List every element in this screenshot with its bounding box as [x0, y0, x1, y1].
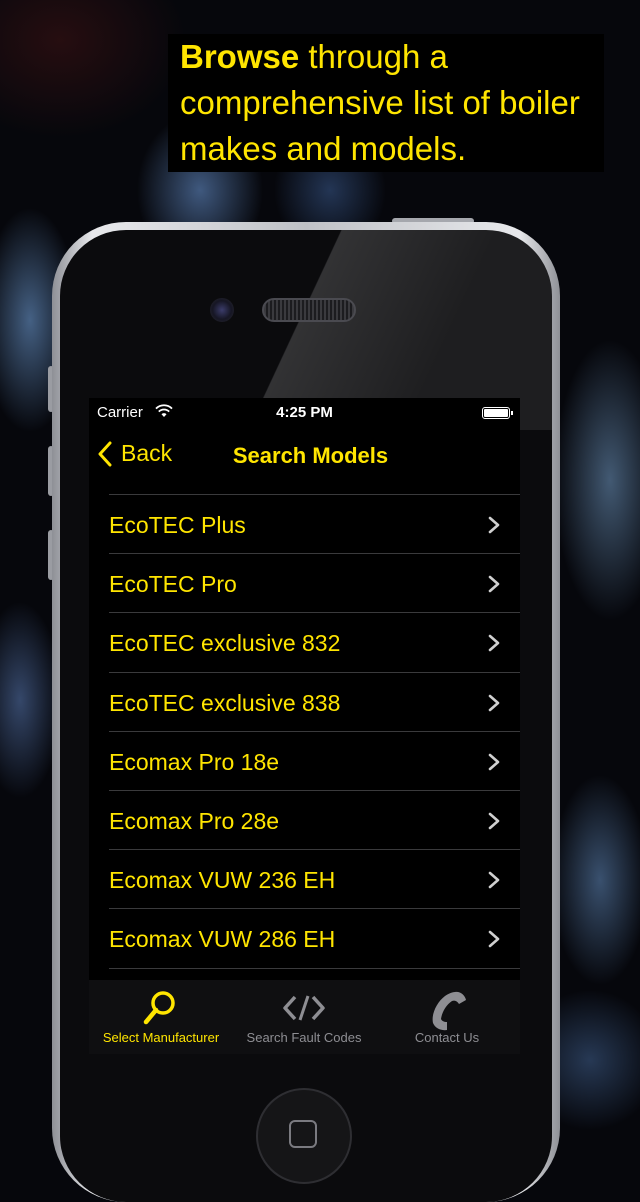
tab-label: Select Manufacturer — [102, 1030, 220, 1045]
promo-caption: Browse through a comprehensive list of b… — [168, 34, 604, 172]
status-bar: Carrier 4:25 PM — [89, 398, 520, 428]
tab-select-manufacturer[interactable]: Select Manufacturer — [89, 980, 233, 1054]
model-label: Ecomax VUW 286 EH — [109, 926, 336, 953]
tab-bar: Select Manufacturer Search Fault Codes C… — [89, 980, 520, 1054]
model-label: EcoTEC exclusive 838 — [109, 689, 341, 716]
chevron-right-icon — [488, 812, 500, 830]
tab-contact-us[interactable]: Contact Us — [375, 980, 519, 1054]
caption-bold-word: Browse — [180, 38, 300, 75]
page-title: Search Models — [232, 443, 389, 468]
model-label: Ecomax VUW 236 EH — [109, 867, 336, 894]
chevron-right-icon — [488, 871, 500, 889]
model-list: EcoTEC Plus EcoTEC Pro EcoTEC exclusive … — [89, 494, 520, 1027]
caption-line-3: makes and models. — [180, 130, 467, 167]
chevron-right-icon — [488, 694, 500, 711]
chevron-right-icon — [488, 635, 500, 652]
model-label: Ecomax Pro 28e — [109, 807, 280, 834]
model-label: Ecomax Pro 18e — [109, 748, 280, 775]
model-label: EcoTEC Pro — [109, 571, 237, 598]
chevron-right-icon — [488, 516, 500, 534]
battery-level — [484, 409, 508, 417]
phone-icon — [432, 991, 466, 1031]
home-button-icon — [289, 1120, 317, 1148]
list-item[interactable]: EcoTEC Plus — [109, 494, 520, 553]
caption-line-2: comprehensive list of boiler — [180, 84, 580, 121]
model-label: EcoTEC exclusive 832 — [109, 630, 341, 657]
search-icon — [143, 991, 175, 1025]
clock: 4:25 PM — [276, 404, 333, 421]
tab-label: Contact Us — [414, 1030, 480, 1045]
chevron-right-icon — [488, 575, 500, 593]
list-item[interactable]: Ecomax Pro 28e — [109, 789, 520, 849]
chevron-right-icon — [488, 753, 500, 771]
model-label: EcoTEC Plus — [109, 512, 246, 538]
front-camera — [210, 298, 234, 322]
list-item[interactable]: Ecomax VUW 286 EH — [109, 908, 520, 967]
tab-search-fault-codes[interactable]: Search Fault Codes — [232, 980, 376, 1054]
earpiece-speaker — [262, 298, 356, 322]
tab-label: Search Fault Codes — [246, 1030, 362, 1045]
caption-line-1: through a — [299, 38, 448, 75]
navigation-bar: Back Search Models — [89, 428, 520, 492]
list-item[interactable]: EcoTEC exclusive 832 — [109, 612, 520, 671]
list-item[interactable]: EcoTEC Pro — [109, 553, 520, 612]
list-item[interactable]: EcoTEC exclusive 838 — [109, 671, 520, 731]
chevron-right-icon — [488, 931, 500, 948]
list-item[interactable]: Ecomax Pro 18e — [109, 730, 520, 790]
code-icon — [283, 995, 325, 1021]
list-item[interactable]: Ecomax VUW 236 EH — [109, 849, 520, 908]
app-screen: Carrier 4:25 PM Back Search Models EcoTE… — [89, 398, 520, 1054]
battery-icon — [482, 407, 513, 419]
